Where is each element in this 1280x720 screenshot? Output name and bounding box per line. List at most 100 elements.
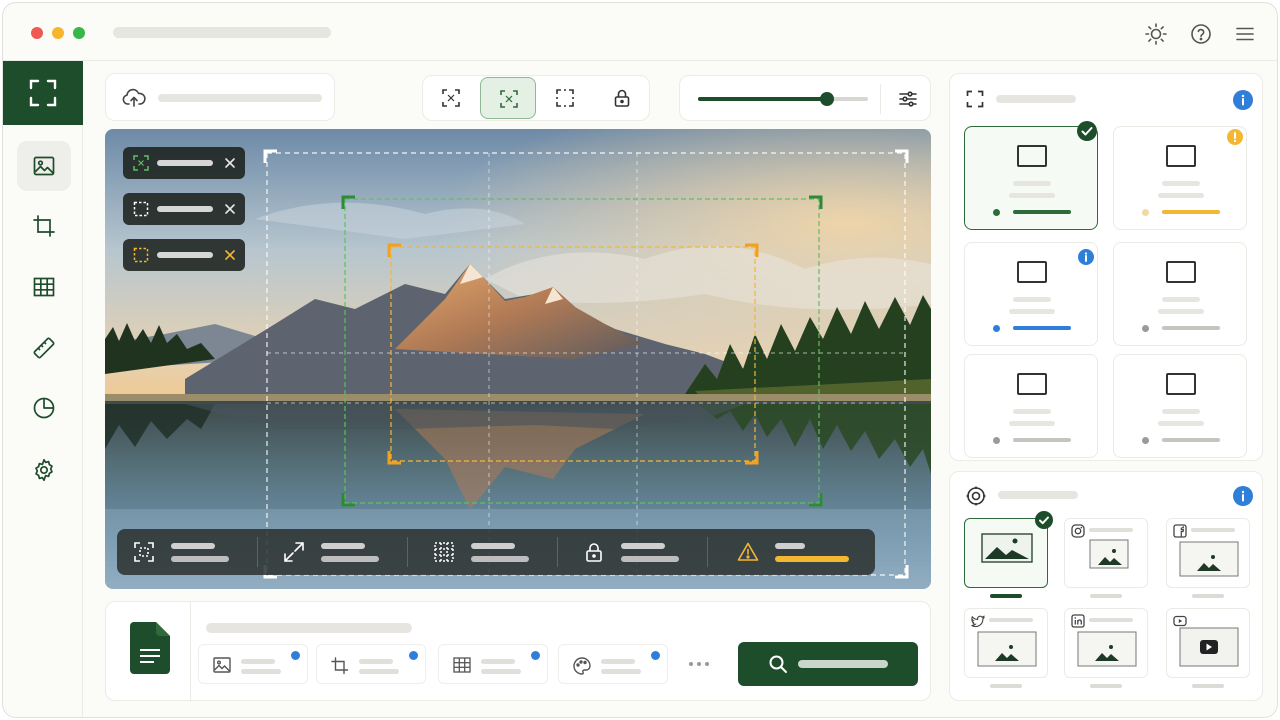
status-dot xyxy=(993,437,1000,444)
crop-presets-panel xyxy=(949,73,1263,461)
minimize-window-button[interactable] xyxy=(52,27,64,39)
title-bar xyxy=(3,3,1277,61)
status-line xyxy=(1162,210,1220,214)
chip-label-placeholder xyxy=(157,252,213,258)
close-icon[interactable] xyxy=(223,247,237,263)
status-line xyxy=(1162,326,1220,330)
zoom-slider-thumb[interactable] xyxy=(820,92,834,106)
social-format-card[interactable] xyxy=(964,511,1053,588)
aspect-frame-icon xyxy=(1166,261,1196,283)
social-format-caption xyxy=(1090,594,1122,598)
social-format-card[interactable] xyxy=(1166,608,1250,678)
close-icon[interactable] xyxy=(223,155,237,171)
rail-item-ruler[interactable] xyxy=(17,323,71,373)
pie-chart-icon xyxy=(33,397,55,419)
help-icon[interactable] xyxy=(1189,22,1213,46)
focus-frame-icon xyxy=(442,89,460,107)
rail-item-analytics[interactable] xyxy=(17,383,71,433)
overlay-chip-warning[interactable] xyxy=(123,239,245,271)
preset-card[interactable] xyxy=(1113,126,1247,230)
info-icon xyxy=(531,651,540,660)
info-icon[interactable] xyxy=(1233,486,1253,506)
free-crop-button[interactable] xyxy=(537,77,593,119)
menu-icon[interactable] xyxy=(1233,22,1257,46)
zoom-slider[interactable] xyxy=(698,92,868,106)
social-format-caption xyxy=(990,594,1022,598)
sliders-icon[interactable] xyxy=(898,89,918,109)
file-name-placeholder xyxy=(206,623,412,633)
crop-mode-toolbar xyxy=(422,75,650,121)
close-window-button[interactable] xyxy=(31,27,43,39)
aspect-frame-icon xyxy=(1166,373,1196,395)
more-icon[interactable] xyxy=(688,660,710,668)
image-icon xyxy=(213,657,231,673)
rail-item-grid[interactable] xyxy=(17,262,71,312)
social-format-card[interactable] xyxy=(1166,518,1250,588)
social-format-caption xyxy=(990,684,1022,688)
crop-icon xyxy=(33,215,55,237)
status-line xyxy=(1013,326,1071,330)
panel-title-placeholder xyxy=(996,95,1076,103)
image-canvas[interactable] xyxy=(105,129,931,589)
upload-bar[interactable] xyxy=(105,73,335,121)
social-format-card[interactable] xyxy=(1064,608,1148,678)
sun-icon[interactable] xyxy=(1144,22,1168,46)
status-item-expand[interactable] xyxy=(267,529,417,575)
canvas-status-strip xyxy=(117,529,875,575)
info-icon xyxy=(291,651,300,660)
expand-icon xyxy=(284,542,304,562)
social-format-card[interactable] xyxy=(964,608,1048,678)
rail-item-settings[interactable] xyxy=(17,445,71,495)
warning-icon xyxy=(737,542,759,561)
aspect-frame-icon xyxy=(1017,145,1047,167)
status-dot xyxy=(1142,437,1149,444)
app-window xyxy=(2,2,1278,718)
search-button[interactable] xyxy=(738,642,918,686)
tab-palette[interactable] xyxy=(558,644,668,684)
chip-label-placeholder xyxy=(157,160,213,166)
warning-icon xyxy=(1227,129,1243,145)
facebook-icon xyxy=(1173,524,1187,538)
status-dot xyxy=(993,209,1000,216)
smart-crop-icon xyxy=(134,542,154,562)
close-icon[interactable] xyxy=(223,201,237,217)
tab-image[interactable] xyxy=(198,644,308,684)
image-icon xyxy=(33,156,55,176)
preset-card[interactable] xyxy=(964,354,1098,458)
social-format-card[interactable] xyxy=(1064,518,1148,588)
status-item-smart-crop[interactable] xyxy=(117,529,267,575)
check-icon xyxy=(1035,511,1053,529)
smart-crop-icon xyxy=(500,90,518,108)
status-dot xyxy=(1142,209,1149,216)
maximize-window-button[interactable] xyxy=(73,27,85,39)
preset-card[interactable] xyxy=(964,242,1098,346)
lock-icon xyxy=(586,543,602,562)
smart-crop-button[interactable] xyxy=(480,77,536,119)
image-placeholder-icon xyxy=(977,631,1037,667)
lock-aspect-button[interactable] xyxy=(594,77,650,119)
rail-item-crop[interactable] xyxy=(17,201,71,251)
preset-card[interactable] xyxy=(1113,354,1247,458)
cloud-upload-icon xyxy=(122,88,146,107)
preset-card[interactable] xyxy=(964,121,1098,230)
overlay-chip-focus[interactable] xyxy=(123,147,245,179)
palette-icon xyxy=(573,657,591,675)
focus-frame-button[interactable] xyxy=(423,77,479,119)
focus-frame-icon xyxy=(133,155,149,171)
free-crop-icon xyxy=(133,201,149,217)
crop-icon xyxy=(331,657,349,675)
twitter-icon xyxy=(971,615,985,628)
status-item-warning[interactable] xyxy=(721,529,871,575)
overlay-chip-free[interactable] xyxy=(123,193,245,225)
preset-card[interactable] xyxy=(1113,242,1247,346)
status-item-lock[interactable] xyxy=(567,529,717,575)
grid-dots-icon xyxy=(434,542,454,562)
rail-item-image[interactable] xyxy=(17,141,71,191)
app-logo[interactable] xyxy=(3,61,83,125)
tab-crop[interactable] xyxy=(316,644,426,684)
status-item-grid[interactable] xyxy=(417,529,567,575)
panel-title-placeholder xyxy=(998,491,1078,499)
tab-grid[interactable] xyxy=(438,644,548,684)
info-icon[interactable] xyxy=(1233,90,1253,110)
image-placeholder-icon xyxy=(1077,631,1137,667)
